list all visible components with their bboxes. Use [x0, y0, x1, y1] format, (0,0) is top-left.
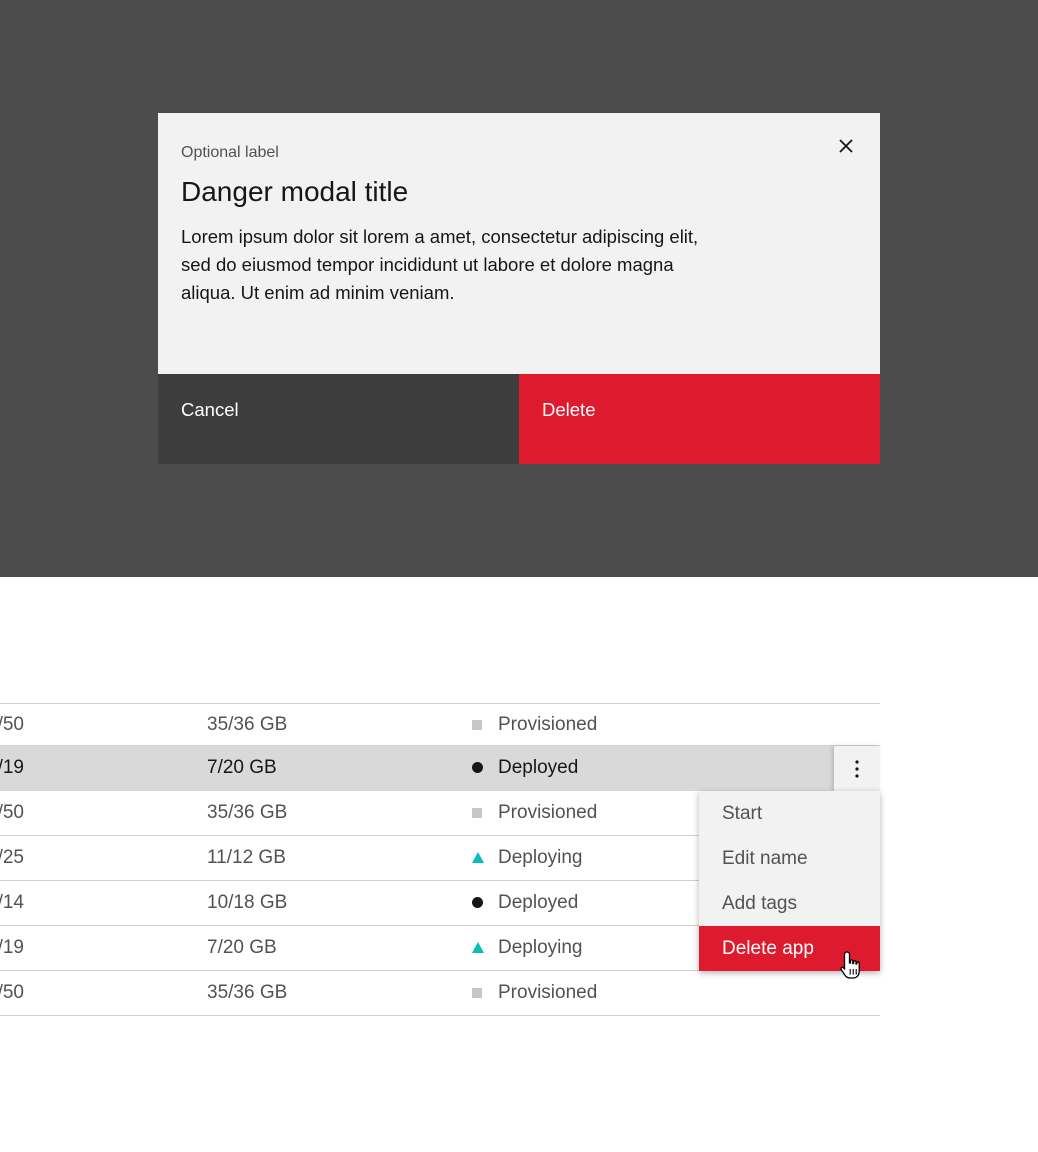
overflow-menu: Start Edit name Add tags Delete app — [699, 791, 880, 971]
modal-body: Lorem ipsum dolor sit lorem a amet, cons… — [181, 226, 699, 303]
status-cell: Provisioned — [498, 713, 598, 735]
table-row: 5/50 35/36 GB Provisioned — [0, 704, 880, 746]
cancel-button[interactable]: Cancel — [158, 374, 519, 464]
modal-label: Optional label — [181, 144, 279, 161]
danger-modal: Optional label Danger modal title Lorem … — [158, 113, 880, 464]
modal-title: Danger modal title — [181, 176, 409, 207]
storage-cell: 35/36 GB — [207, 802, 288, 823]
square-icon — [472, 807, 484, 819]
close-button[interactable] — [830, 130, 862, 162]
triangle-icon — [472, 852, 484, 864]
close-icon — [839, 139, 853, 153]
ratio-cell: 5/50 — [0, 982, 24, 1003]
menu-item-start[interactable]: Start — [699, 791, 880, 836]
ratio-cell: 3/19 — [0, 757, 24, 778]
modal-footer: Cancel Delete — [158, 374, 880, 464]
ratio-cell: 3/19 — [0, 937, 24, 958]
triangle-icon — [472, 942, 484, 954]
status-cell: Provisioned — [498, 982, 598, 1003]
menu-item-delete-app[interactable]: Delete app — [699, 926, 880, 971]
ratio-cell: 3/25 — [0, 847, 24, 868]
status-cell: Deployed — [498, 757, 579, 778]
overflow-menu-button[interactable] — [834, 746, 880, 791]
ratio-cell: 5/50 — [0, 802, 24, 823]
storage-cell: 10/18 GB — [207, 892, 288, 913]
ratio-cell: 5/50 — [0, 713, 24, 735]
menu-item-edit-name[interactable]: Edit name — [699, 836, 880, 881]
storage-cell: 7/20 GB — [207, 757, 277, 778]
storage-cell: 7/20 GB — [207, 937, 277, 958]
square-icon — [472, 719, 484, 731]
menu-item-add-tags[interactable]: Add tags — [699, 881, 880, 926]
ratio-cell: 2/14 — [0, 892, 24, 913]
table-row: 5/50 35/36 GB Provisioned — [0, 971, 880, 1016]
storage-cell: 35/36 GB — [207, 713, 288, 735]
storage-cell: 35/36 GB — [207, 982, 288, 1003]
status-cell: Deployed — [498, 892, 579, 913]
status-cell: Deploying — [498, 937, 583, 958]
status-cell: Provisioned — [498, 802, 598, 823]
dot-icon — [472, 897, 484, 909]
overflow-menu-icon — [855, 759, 859, 778]
storage-cell: 11/12 GB — [207, 847, 286, 868]
table-row[interactable]: 3/19 7/20 GB Deployed — [0, 746, 880, 791]
modal-overlay: Optional label Danger modal title Lorem … — [0, 0, 1038, 577]
delete-button[interactable]: Delete — [519, 374, 880, 464]
dot-icon — [472, 762, 484, 774]
square-icon — [472, 987, 484, 999]
status-cell: Deploying — [498, 847, 583, 868]
